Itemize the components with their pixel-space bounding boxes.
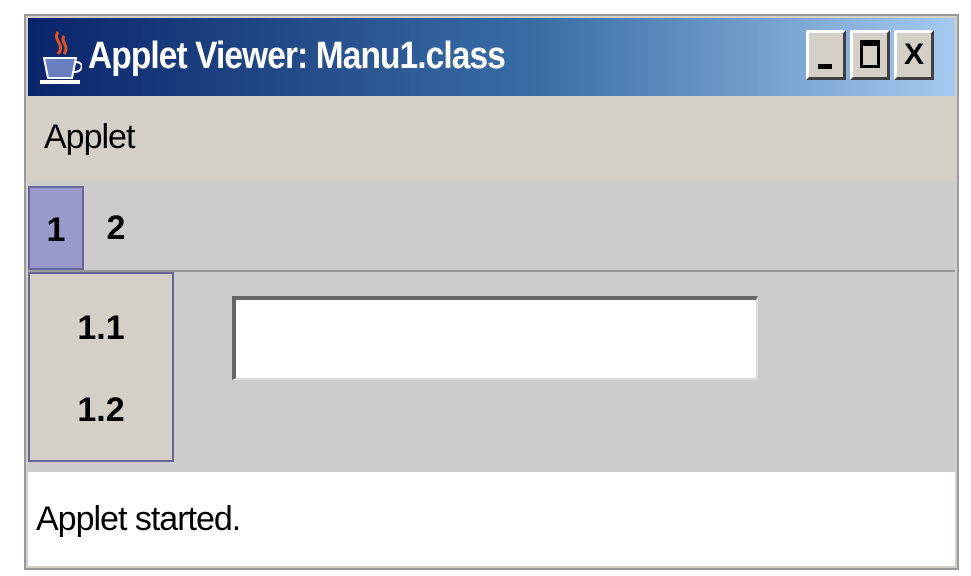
window-title: Applet Viewer: Manu1.class	[88, 35, 506, 77]
maximize-button[interactable]	[850, 30, 890, 80]
submenu-item-1-1[interactable]: 1.1	[30, 288, 172, 368]
close-button[interactable]: X	[894, 30, 934, 80]
menu-bar: Applet	[28, 96, 955, 182]
submenu-item-1-2[interactable]: 1.2	[30, 370, 172, 450]
minimize-button[interactable]	[806, 30, 846, 80]
text-field[interactable]	[232, 296, 758, 380]
menu-item-1[interactable]: 1	[28, 186, 84, 270]
applet-content: 1 2 1.1 1.2	[28, 182, 955, 472]
maximize-icon	[860, 40, 880, 68]
minimize-icon	[818, 64, 832, 69]
status-text: Applet started.	[36, 500, 241, 538]
close-icon: X	[903, 38, 924, 71]
submenu-popup: 1.1 1.2	[28, 272, 174, 462]
status-bar: Applet started.	[28, 472, 955, 566]
title-bar[interactable]: Applet Viewer: Manu1.class X	[28, 18, 955, 96]
applet-viewer-window: Applet Viewer: Manu1.class X Applet 1 2 …	[24, 14, 959, 570]
menu-applet[interactable]: Applet	[44, 118, 135, 157]
menu-item-2[interactable]: 2	[88, 186, 144, 270]
java-coffee-cup-icon	[40, 31, 82, 84]
